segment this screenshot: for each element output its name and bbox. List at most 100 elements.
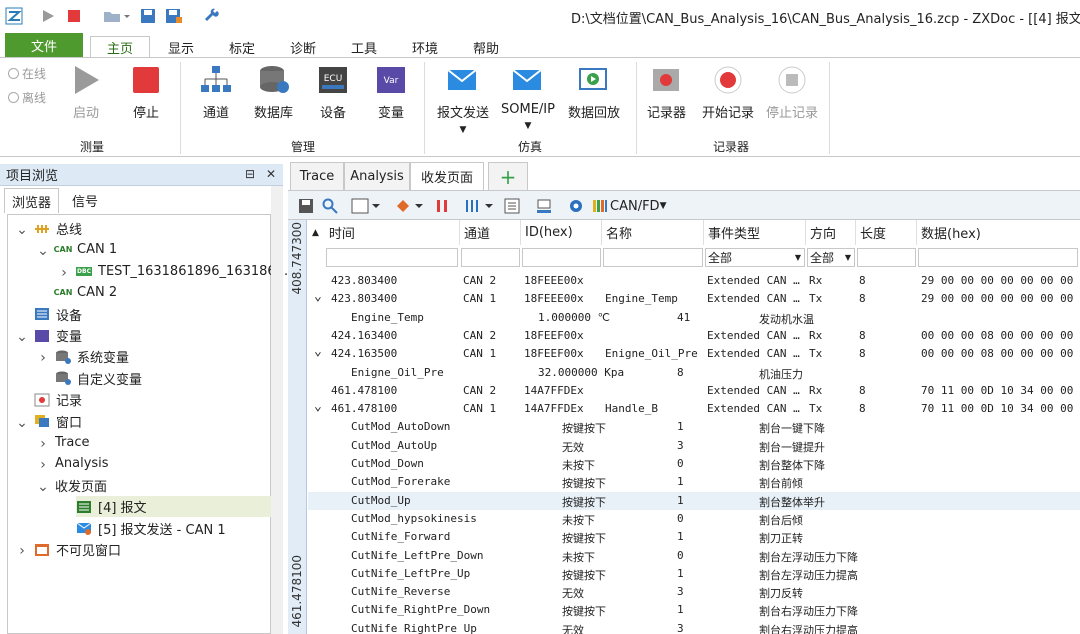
tree-item[interactable]: Analysis bbox=[55, 453, 109, 474]
filter-channel-input[interactable] bbox=[461, 248, 520, 267]
frame-row[interactable]: ⌄ 461.478100 CAN 1 14A7FFDEx Handle_B Extende… bbox=[308, 399, 1080, 418]
start-button[interactable]: 启动 bbox=[70, 64, 102, 121]
tab-signals[interactable]: 信号 bbox=[62, 188, 108, 213]
database-button[interactable]: 数据库 bbox=[254, 64, 293, 121]
tree-item[interactable]: 变量 bbox=[34, 325, 82, 346]
tab-calibration[interactable]: 标定 bbox=[213, 36, 271, 58]
signal-row[interactable]: Engine_Temp 1.000000 ℃ 41 发动机水温 bbox=[308, 309, 1080, 327]
save-all-icon[interactable] bbox=[164, 6, 184, 26]
header-direction[interactable]: 方向 bbox=[806, 220, 856, 245]
expand-down-icon[interactable]: ⌄ bbox=[314, 399, 322, 414]
filter-direction-select[interactable]: 全部 ▼ bbox=[807, 248, 855, 267]
tab-environment[interactable]: 环境 bbox=[396, 36, 454, 58]
signal-row[interactable]: CutMod_Down 未按下 0 割台整体下降 bbox=[308, 455, 1080, 473]
tab-display[interactable]: 显示 bbox=[152, 36, 210, 58]
data-replay-button[interactable]: 数据回放 bbox=[568, 64, 620, 121]
run-icon[interactable] bbox=[38, 6, 58, 26]
frame-row[interactable]: ⌄ 424.163500 CAN 1 18FEEF00x Enigne_Oil_Pre E… bbox=[308, 344, 1080, 363]
frame-row[interactable]: 424.163400 CAN 2 18FEEF00x Extended CAN … Rx… bbox=[308, 327, 1080, 345]
open-folder-icon[interactable] bbox=[102, 6, 132, 26]
expand-down-icon[interactable]: ⌄ bbox=[16, 329, 28, 345]
signal-row[interactable]: CutNife_RightPre_Down 按键按下 1 割台右浮动压力下降 bbox=[308, 601, 1080, 619]
signal-row[interactable]: CutNife_LeftPre_Up 按键按下 1 割台左浮动压力提高 bbox=[308, 565, 1080, 583]
tree-item[interactable]: 窗口 bbox=[34, 411, 82, 432]
doc-tab-txrx[interactable]: 收发页面 bbox=[410, 162, 484, 190]
tab-home[interactable]: 主页 bbox=[90, 36, 150, 58]
frame-row[interactable]: ⌄ 423.803400 CAN 1 18FEEE00x Engine_Temp Exte… bbox=[308, 289, 1080, 308]
settings-gear-icon[interactable] bbox=[566, 196, 586, 216]
signal-row[interactable]: CutMod_Up 按键按下 1 割台整体举升 bbox=[308, 491, 1080, 510]
stop-icon[interactable] bbox=[64, 6, 84, 26]
tree-item[interactable]: 收发页面 bbox=[55, 475, 107, 496]
wrench-icon[interactable] bbox=[202, 6, 222, 26]
collapse-all-icon[interactable]: ▲ bbox=[312, 228, 319, 238]
online-radio[interactable]: 在线 bbox=[8, 65, 46, 82]
clear-icon[interactable] bbox=[534, 196, 554, 216]
save-log-icon[interactable] bbox=[296, 196, 316, 216]
file-tab[interactable]: 文件 bbox=[5, 33, 83, 57]
search-icon[interactable] bbox=[320, 196, 340, 216]
tree-item[interactable]: 系统变量 bbox=[55, 346, 129, 367]
tree-item[interactable]: DBC TEST_1631861896_163186... bbox=[76, 261, 288, 282]
tree-item[interactable]: [4] 报文 bbox=[76, 496, 271, 518]
stop-record-button[interactable]: 停止记录 bbox=[766, 64, 818, 121]
tree-item[interactable]: 不可见窗口 bbox=[34, 539, 121, 560]
filter-id-input[interactable] bbox=[522, 248, 601, 267]
can-fd-selector[interactable]: CAN/FD ▼ bbox=[592, 196, 672, 216]
expand-down-icon[interactable]: ⌄ bbox=[314, 344, 322, 359]
signal-row[interactable]: CutMod_Forerake 按键按下 1 割台前倾 bbox=[308, 473, 1080, 491]
header-length[interactable]: 长度 bbox=[856, 220, 917, 245]
signal-row[interactable]: CutNife_Forward 按键按下 1 割刀正转 bbox=[308, 528, 1080, 546]
message-send-button[interactable]: 报文发送 ▼ bbox=[437, 64, 489, 135]
tree-item[interactable]: [5] 报文发送 - CAN 1 bbox=[76, 518, 226, 539]
tab-browser[interactable]: 浏览器 bbox=[4, 188, 59, 213]
pin-icon[interactable]: ⊟ bbox=[245, 167, 255, 181]
expand-down-icon[interactable]: ⌄ bbox=[37, 243, 49, 259]
expand-down-icon[interactable]: ⌄ bbox=[37, 479, 49, 495]
header-time[interactable]: ▲ 时间 bbox=[308, 220, 460, 245]
header-id[interactable]: ID(hex) bbox=[521, 220, 602, 245]
frame-row[interactable]: 423.803400 CAN 2 18FEEE00x Extended CAN … Rx… bbox=[308, 272, 1080, 290]
pause-icon[interactable] bbox=[432, 196, 452, 216]
column-icon[interactable] bbox=[464, 196, 498, 216]
tab-diagnostics[interactable]: 诊断 bbox=[274, 36, 332, 58]
tab-help[interactable]: 帮助 bbox=[457, 36, 515, 58]
expand-right-icon[interactable]: › bbox=[58, 265, 70, 281]
view-select-icon[interactable] bbox=[350, 196, 382, 216]
signal-row[interactable]: CutMod_hypsokinesis 未按下 0 割台后倾 bbox=[308, 510, 1080, 528]
left-scrollbar[interactable] bbox=[271, 186, 283, 634]
close-icon[interactable]: ✕ bbox=[266, 167, 276, 181]
channel-button[interactable]: 通道 bbox=[200, 64, 232, 121]
header-channel[interactable]: 通道 bbox=[460, 220, 521, 245]
tree-item[interactable]: 记录 bbox=[34, 389, 82, 410]
expand-down-icon[interactable]: ⌄ bbox=[16, 415, 28, 431]
add-tab-icon[interactable]: + bbox=[488, 162, 528, 190]
header-name[interactable]: 名称 bbox=[602, 220, 704, 245]
filter-name-input[interactable] bbox=[603, 248, 703, 267]
header-data[interactable]: 数据(hex) bbox=[917, 220, 1080, 245]
doc-tab-analysis[interactable]: Analysis bbox=[344, 162, 410, 190]
filter-icon[interactable] bbox=[394, 196, 426, 216]
tree-item[interactable]: Trace bbox=[55, 432, 90, 453]
filter-length-input[interactable] bbox=[857, 248, 916, 267]
expand-right-icon[interactable]: › bbox=[37, 457, 49, 473]
tree-item[interactable]: 设备 bbox=[34, 304, 82, 325]
filter-time-input[interactable] bbox=[326, 248, 458, 267]
device-button[interactable]: ECU 设备 bbox=[317, 64, 349, 121]
signal-row[interactable]: CutNife_RightPre_Up 无效 3 割台右浮动压力提高 bbox=[308, 620, 1080, 634]
recorder-button[interactable]: 记录器 bbox=[647, 64, 686, 121]
expand-right-icon[interactable]: › bbox=[16, 543, 28, 559]
offline-radio[interactable]: 离线 bbox=[8, 89, 46, 106]
sort-icon[interactable] bbox=[502, 196, 522, 216]
signal-row[interactable]: Enigne_Oil_Pre 32.000000 Kpa 8 机油压力 bbox=[308, 364, 1080, 382]
signal-row[interactable]: CutNife_LeftPre_Down 未按下 0 割台左浮动压力下降 bbox=[308, 547, 1080, 565]
signal-row[interactable]: CutMod_AutoUp 无效 3 割台一键提升 bbox=[308, 437, 1080, 455]
stop-button[interactable]: 停止 bbox=[130, 64, 162, 121]
tab-tools[interactable]: 工具 bbox=[335, 36, 393, 58]
tree-item[interactable]: 自定义变量 bbox=[55, 368, 142, 389]
doc-tab-trace[interactable]: Trace bbox=[290, 162, 344, 190]
expand-down-icon[interactable]: ⌄ bbox=[314, 289, 322, 304]
variable-button[interactable]: Var 变量 bbox=[375, 64, 407, 121]
header-event-type[interactable]: 事件类型 bbox=[704, 220, 806, 245]
filter-event-select[interactable]: 全部 ▼ bbox=[705, 248, 805, 267]
